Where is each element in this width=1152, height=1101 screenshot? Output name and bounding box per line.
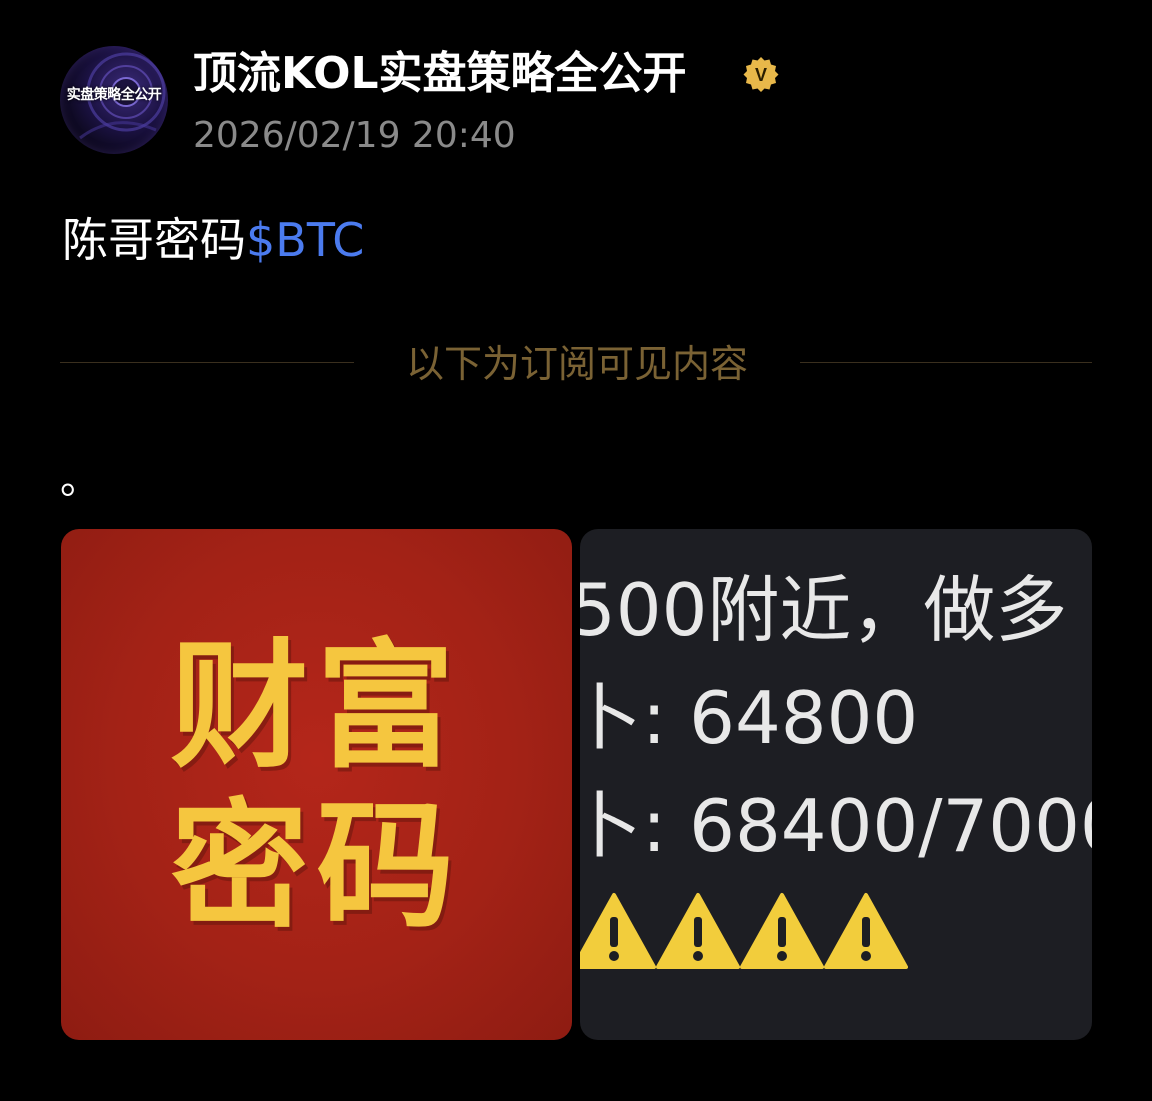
warning-icon	[580, 893, 656, 969]
trade-target-text: 卜: 68400/70000	[580, 784, 1092, 868]
post-timestamp: 2026/02/19 20:40	[193, 115, 516, 156]
author-avatar[interactable]: 实盘策略全公开	[60, 46, 168, 154]
warning-icon	[656, 893, 740, 969]
post-body-text: 陈哥密码	[62, 213, 246, 267]
wealth-text-line-2: 密码	[170, 784, 463, 947]
avatar-label: 实盘策略全公开	[66, 87, 162, 103]
ticker-link[interactable]: $BTC	[246, 213, 364, 267]
divider-line-left	[60, 362, 354, 363]
verified-badge-icon: V	[743, 57, 779, 92]
verified-badge-letter: V	[755, 65, 767, 85]
subscription-divider-label: 以下为订阅可见内容	[405, 342, 748, 386]
post-period: 。	[60, 457, 100, 503]
divider-line-right	[800, 362, 1092, 363]
warning-icon	[824, 893, 908, 969]
post-text: 陈哥密码$BTC	[62, 210, 364, 270]
image-trade-signal[interactable]: 500附近，做多 卜: 64800 卜: 68400/70000	[580, 529, 1092, 1040]
author-name[interactable]: 顶流KOL实盘策略全公开	[193, 46, 687, 102]
trade-entry-text: 500附近，做多	[580, 568, 1068, 652]
trade-stop-text: 卜: 64800	[580, 676, 919, 760]
warning-icon	[740, 893, 824, 969]
image-wealth-code[interactable]: 财富 密码	[61, 529, 572, 1040]
wealth-text-line-1: 财富	[170, 624, 463, 787]
warning-icons-row	[580, 891, 912, 975]
